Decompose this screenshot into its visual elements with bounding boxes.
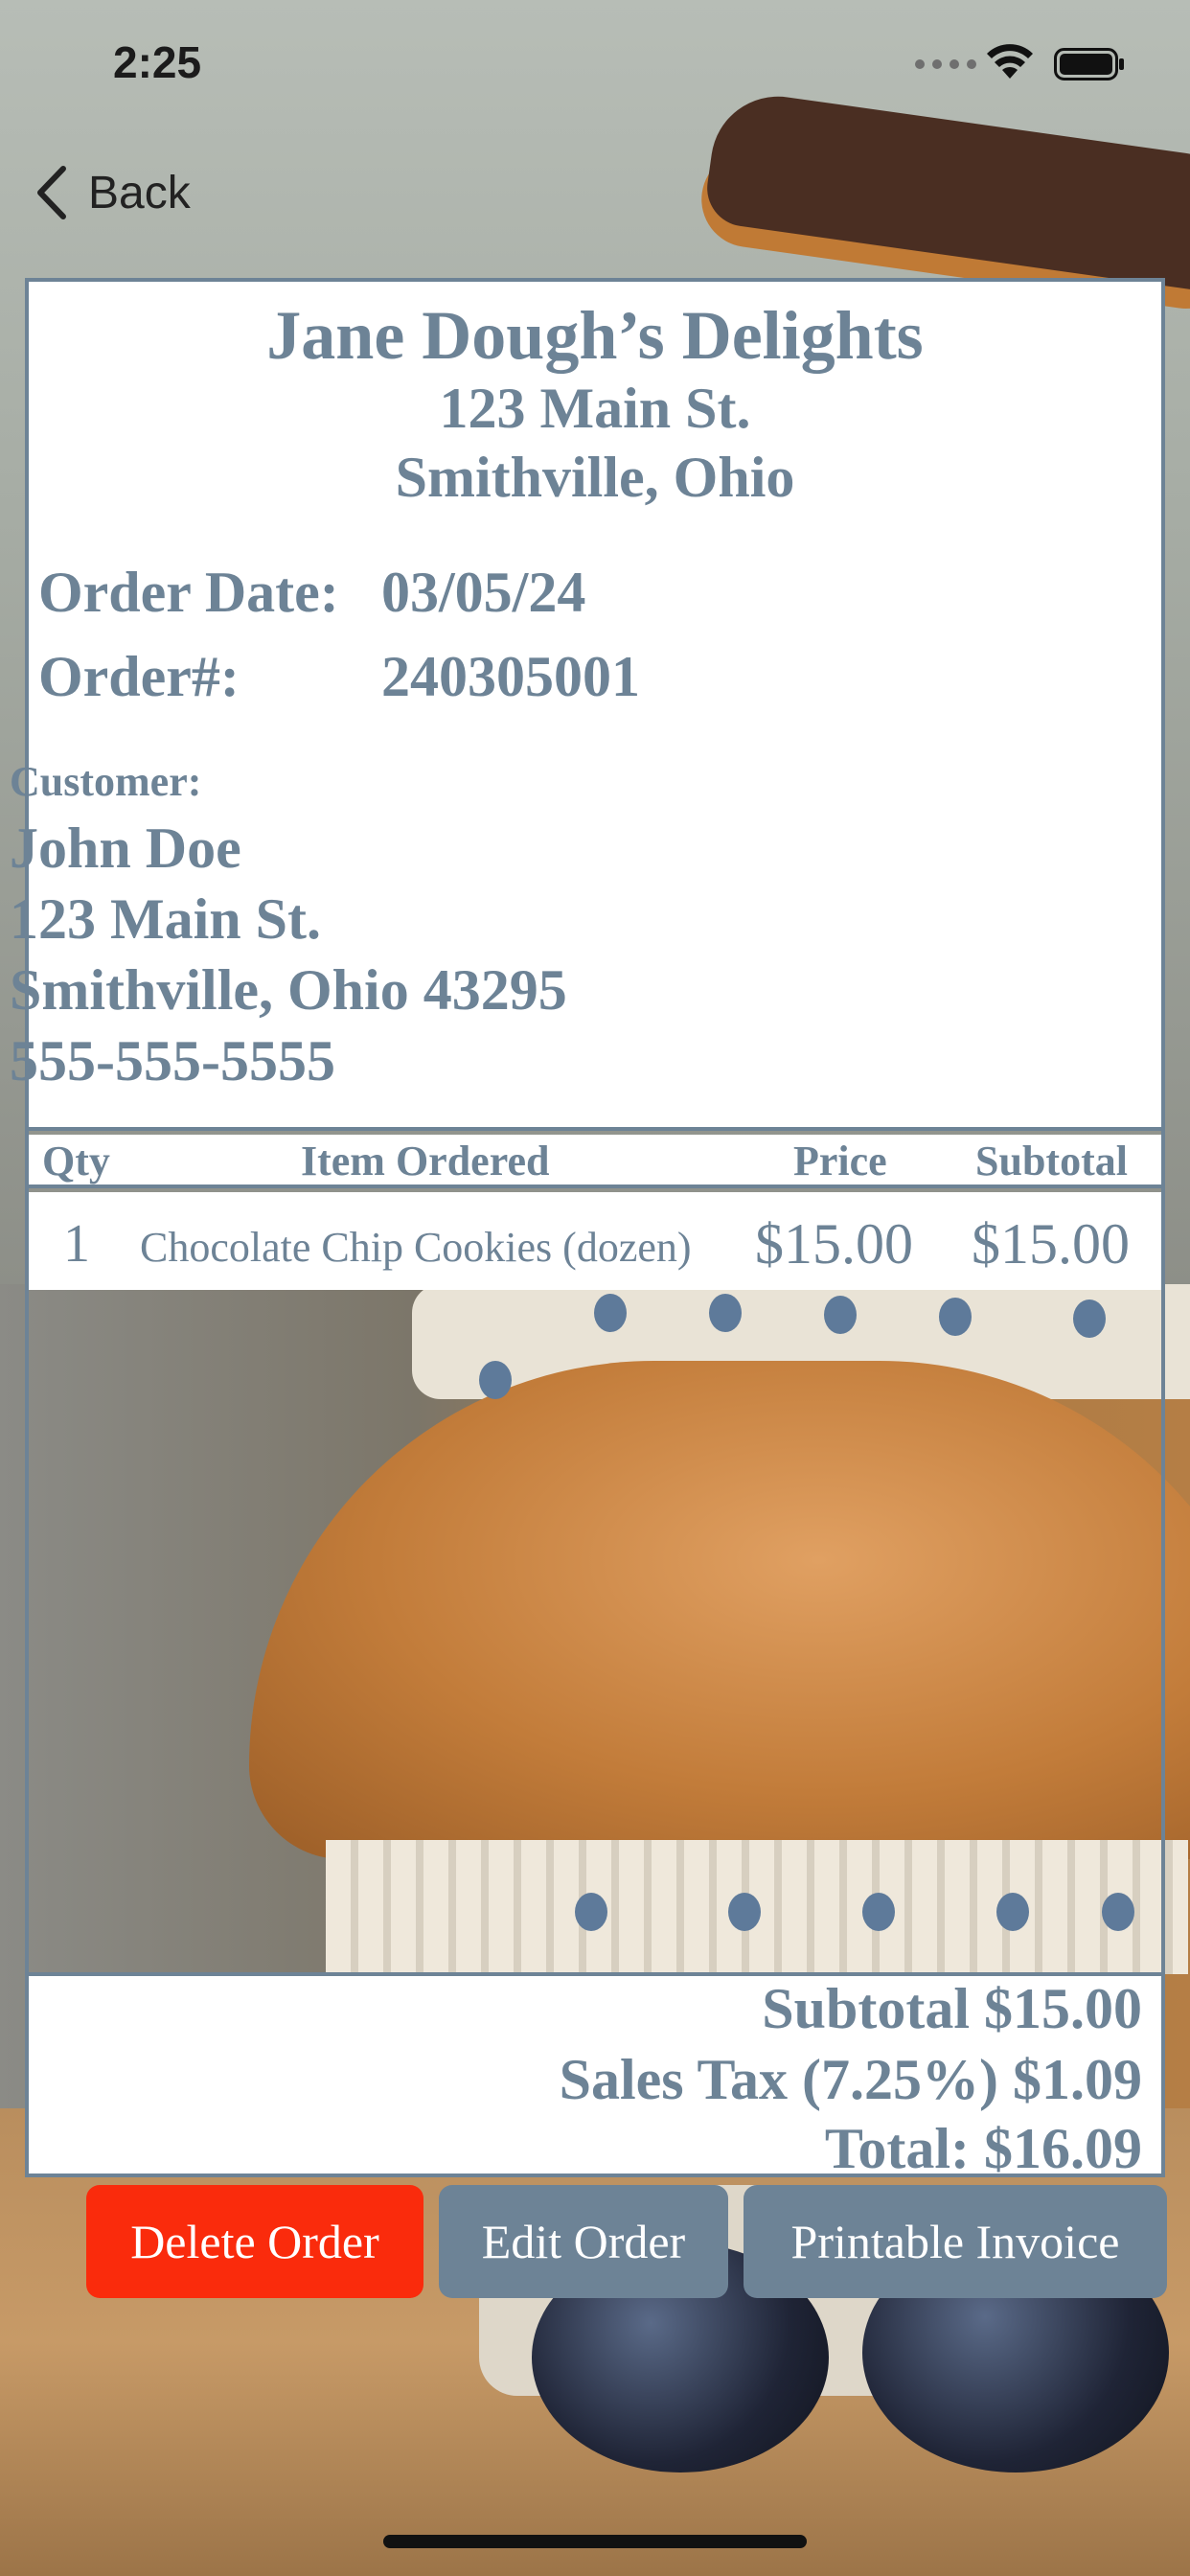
- status-time: 2:25: [113, 37, 202, 87]
- status-bar: 2:25: [0, 0, 1190, 134]
- customer-name: John Doe: [10, 816, 241, 880]
- customer-address-line2: Smithville, Ohio 43295: [10, 958, 567, 1022]
- row-subtotal: $15.00: [972, 1212, 1130, 1276]
- items-table-header: Qty Item Ordered Price Subtotal: [29, 1135, 1161, 1188]
- total-line: Total: $16.09: [824, 2117, 1142, 2180]
- order-date-row: Order Date: 03/05/24: [38, 560, 585, 626]
- subtotal-line: Subtotal $15.00: [762, 1977, 1142, 2040]
- home-indicator[interactable]: [383, 2535, 807, 2548]
- header-item: Item Ordered: [301, 1138, 550, 1184]
- back-button[interactable]: Back: [34, 159, 191, 226]
- customer-label: Customer:: [10, 758, 202, 805]
- sales-tax-line: Sales Tax (7.25%) $1.09: [559, 2048, 1142, 2111]
- business-name: Jane Dough’s Delights: [266, 297, 924, 374]
- wifi-icon: [987, 44, 1033, 79]
- row-item: Chocolate Chip Cookies (dozen): [140, 1224, 692, 1271]
- order-number-label: Order#:: [38, 645, 240, 708]
- order-number-value: 240305001: [381, 645, 640, 708]
- order-date-value: 03/05/24: [381, 561, 586, 624]
- order-number-row: Order#: 240305001: [38, 644, 640, 710]
- header-subtotal: Subtotal: [975, 1138, 1128, 1184]
- customer-address-line1: 123 Main St.: [10, 887, 322, 951]
- customer-phone: 555-555-5555: [10, 1029, 335, 1092]
- row-qty: 1: [63, 1214, 90, 1274]
- header-qty: Qty: [42, 1138, 110, 1184]
- chevron-left-icon: [37, 166, 66, 219]
- battery-icon: [1054, 48, 1124, 80]
- business-info: Jane Dough’s Delights 123 Main St. Smith…: [29, 297, 1161, 512]
- row-price: $15.00: [755, 1212, 913, 1276]
- printable-invoice-button[interactable]: Printable Invoice: [744, 2185, 1167, 2298]
- business-address-line2: Smithville, Ohio: [395, 446, 795, 509]
- order-date-label: Order Date:: [38, 561, 339, 624]
- cellular-signal-icon: [915, 59, 976, 69]
- delete-order-button[interactable]: Delete Order: [86, 2185, 423, 2298]
- customer-info: John Doe 123 Main St. Smithville, Ohio 4…: [10, 813, 567, 1096]
- table-row[interactable]: 1 Chocolate Chip Cookies (dozen) $15.00 …: [29, 1192, 1161, 1290]
- back-label: Back: [88, 167, 191, 218]
- header-price: Price: [793, 1138, 887, 1184]
- totals-box: Subtotal $15.00 Sales Tax (7.25%) $1.09 …: [29, 1972, 1161, 2180]
- edit-order-button[interactable]: Edit Order: [439, 2185, 728, 2298]
- business-address-line1: 123 Main St.: [439, 377, 751, 440]
